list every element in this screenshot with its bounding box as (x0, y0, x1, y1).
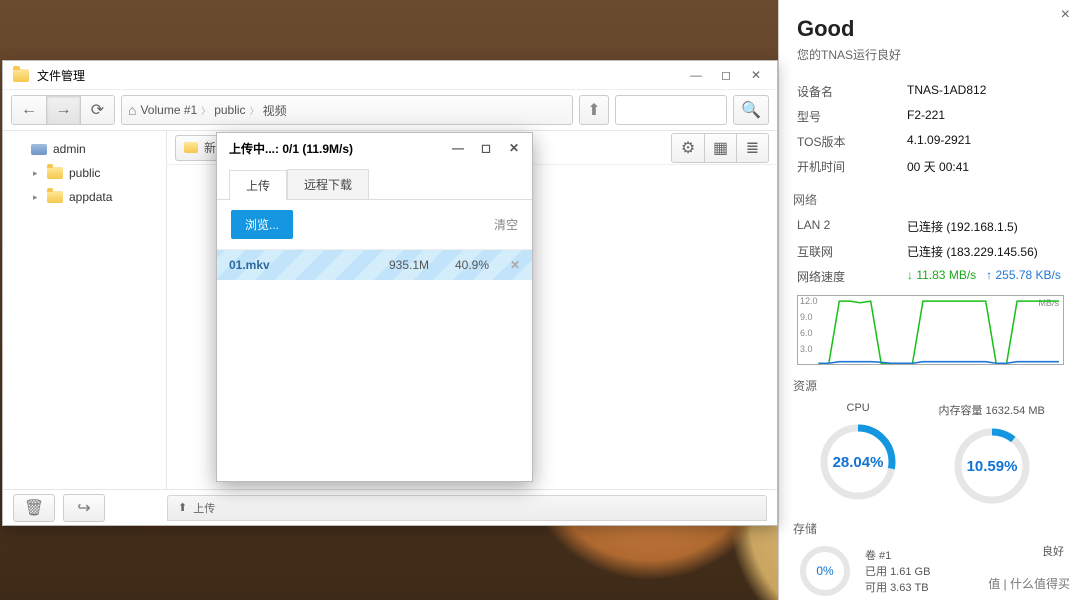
forward-button[interactable]: → (46, 96, 80, 124)
system-panel: × Good 您的TNAS运行良好 设备名TNAS-1AD812 型号F2-22… (778, 0, 1080, 600)
folder-icon (13, 69, 29, 82)
internet-value: 已连接 (183.229.145.56) (907, 243, 1038, 260)
svg-text:10.59%: 10.59% (966, 458, 1017, 475)
device-name-value: TNAS-1AD812 (907, 83, 986, 100)
folder-icon (47, 191, 63, 203)
up-button[interactable]: ⬆ (579, 95, 609, 125)
lan-value: 已连接 (192.168.1.5) (907, 218, 1018, 235)
network-header: 网络 (793, 191, 1064, 208)
resources-header: 资源 (793, 377, 1064, 394)
upload-minimize-button[interactable]: — (444, 141, 472, 155)
breadcrumb[interactable]: ⌂ Volume #1〉public〉视频 (121, 95, 573, 125)
upload-status-tab[interactable]: ⬆ 上传 (167, 495, 767, 521)
upload-close-button[interactable]: ✕ (500, 141, 528, 155)
netspeed-label: 网络速度 (797, 268, 907, 285)
share-button[interactable]: ↪ (63, 494, 105, 522)
folder-tree: admin ▸public▸appdata (3, 131, 167, 489)
memory-label: 内存容量 1632.54 MB (938, 402, 1044, 418)
volume-status: 良好 (1042, 543, 1064, 559)
breadcrumb-item[interactable]: 视频 (263, 102, 287, 119)
breadcrumb-item[interactable]: Volume #1 (140, 103, 197, 117)
upload-item-percent: 40.9% (429, 258, 489, 272)
upload-item-cancel[interactable]: ✕ (510, 258, 520, 272)
memory-gauge: 内存容量 1632.54 MB 10.59% (938, 402, 1044, 508)
folder-icon (47, 167, 63, 179)
upload-item-size: 935.1M (349, 258, 429, 272)
tree-root[interactable]: admin (7, 137, 162, 161)
network-chart: 12.0 9.0 6.0 3.0 MB/s (797, 295, 1064, 365)
close-icon[interactable]: × (1061, 6, 1070, 24)
clear-button[interactable]: 清空 (494, 216, 518, 233)
tree-item[interactable]: ▸appdata (7, 185, 162, 209)
upload-dialog: 上传中...: 0/1 (11.9M/s) — ◻ ✕ 上传 远程下载 浏览..… (216, 132, 533, 482)
volume-name: 卷 #1 (865, 547, 1030, 563)
model-label: 型号 (797, 108, 907, 125)
model-value: F2-221 (907, 108, 945, 125)
watermark: 值 | 什么值得买 (984, 573, 1074, 594)
upload-tab-label: 上传 (193, 500, 215, 516)
titlebar[interactable]: 文件管理 — ◻ ✕ (3, 61, 777, 89)
list-view-button[interactable]: ≣ (736, 134, 768, 162)
cpu-label: CPU (816, 402, 900, 414)
breadcrumb-item[interactable]: public (214, 103, 245, 117)
tos-label: TOS版本 (797, 133, 907, 150)
upload-maximize-button[interactable]: ◻ (472, 141, 500, 155)
upload-titlebar[interactable]: 上传中...: 0/1 (11.9M/s) — ◻ ✕ (217, 133, 532, 163)
download-speed: ↓ 11.83 MB/s (907, 268, 976, 285)
status-title: Good (797, 16, 1064, 42)
upload-speed: ↑ 255.78 KB/s (986, 268, 1061, 285)
nav-group: ← → ⟳ (11, 95, 115, 125)
search-input[interactable] (615, 95, 727, 125)
trash-button[interactable]: 🗑 (13, 494, 55, 522)
svg-text:0%: 0% (816, 564, 834, 578)
settings-button[interactable]: ⚙ (672, 134, 704, 162)
tree-item[interactable]: ▸public (7, 161, 162, 185)
storage-header: 存储 (793, 520, 1064, 537)
upload-title: 上传中...: 0/1 (11.9M/s) (229, 140, 444, 157)
drive-icon (31, 144, 47, 155)
uptime-value: 00 天 00:41 (907, 158, 969, 175)
upload-item-name: 01.mkv (229, 258, 349, 272)
browse-button[interactable]: 浏览... (231, 210, 293, 239)
back-button[interactable]: ← (12, 96, 46, 124)
svg-text:28.04%: 28.04% (833, 454, 884, 471)
uptime-label: 开机时间 (797, 158, 907, 175)
status-subtitle: 您的TNAS运行良好 (797, 46, 1064, 63)
cpu-gauge: CPU 28.04% (816, 402, 900, 508)
upload-icon: ⬆ (178, 501, 187, 514)
tab-upload[interactable]: 上传 (229, 170, 287, 200)
upload-list: 01.mkv 935.1M 40.9% ✕ (217, 249, 532, 481)
minimize-button[interactable]: — (681, 68, 711, 82)
tos-value: 4.1.09-2921 (907, 133, 971, 150)
device-name-label: 设备名 (797, 83, 907, 100)
grid-view-button[interactable]: ▦ (704, 134, 736, 162)
maximize-button[interactable]: ◻ (711, 68, 741, 82)
refresh-button[interactable]: ⟳ (80, 96, 114, 124)
lan-label: LAN 2 (797, 218, 907, 235)
search-button[interactable]: 🔍 (733, 95, 769, 125)
tab-remote-download[interactable]: 远程下载 (287, 169, 369, 199)
close-button[interactable]: ✕ (741, 68, 771, 82)
upload-item: 01.mkv 935.1M 40.9% ✕ (217, 250, 532, 280)
home-icon[interactable]: ⌂ (128, 102, 136, 118)
internet-label: 互联网 (797, 243, 907, 260)
window-title: 文件管理 (37, 67, 681, 84)
